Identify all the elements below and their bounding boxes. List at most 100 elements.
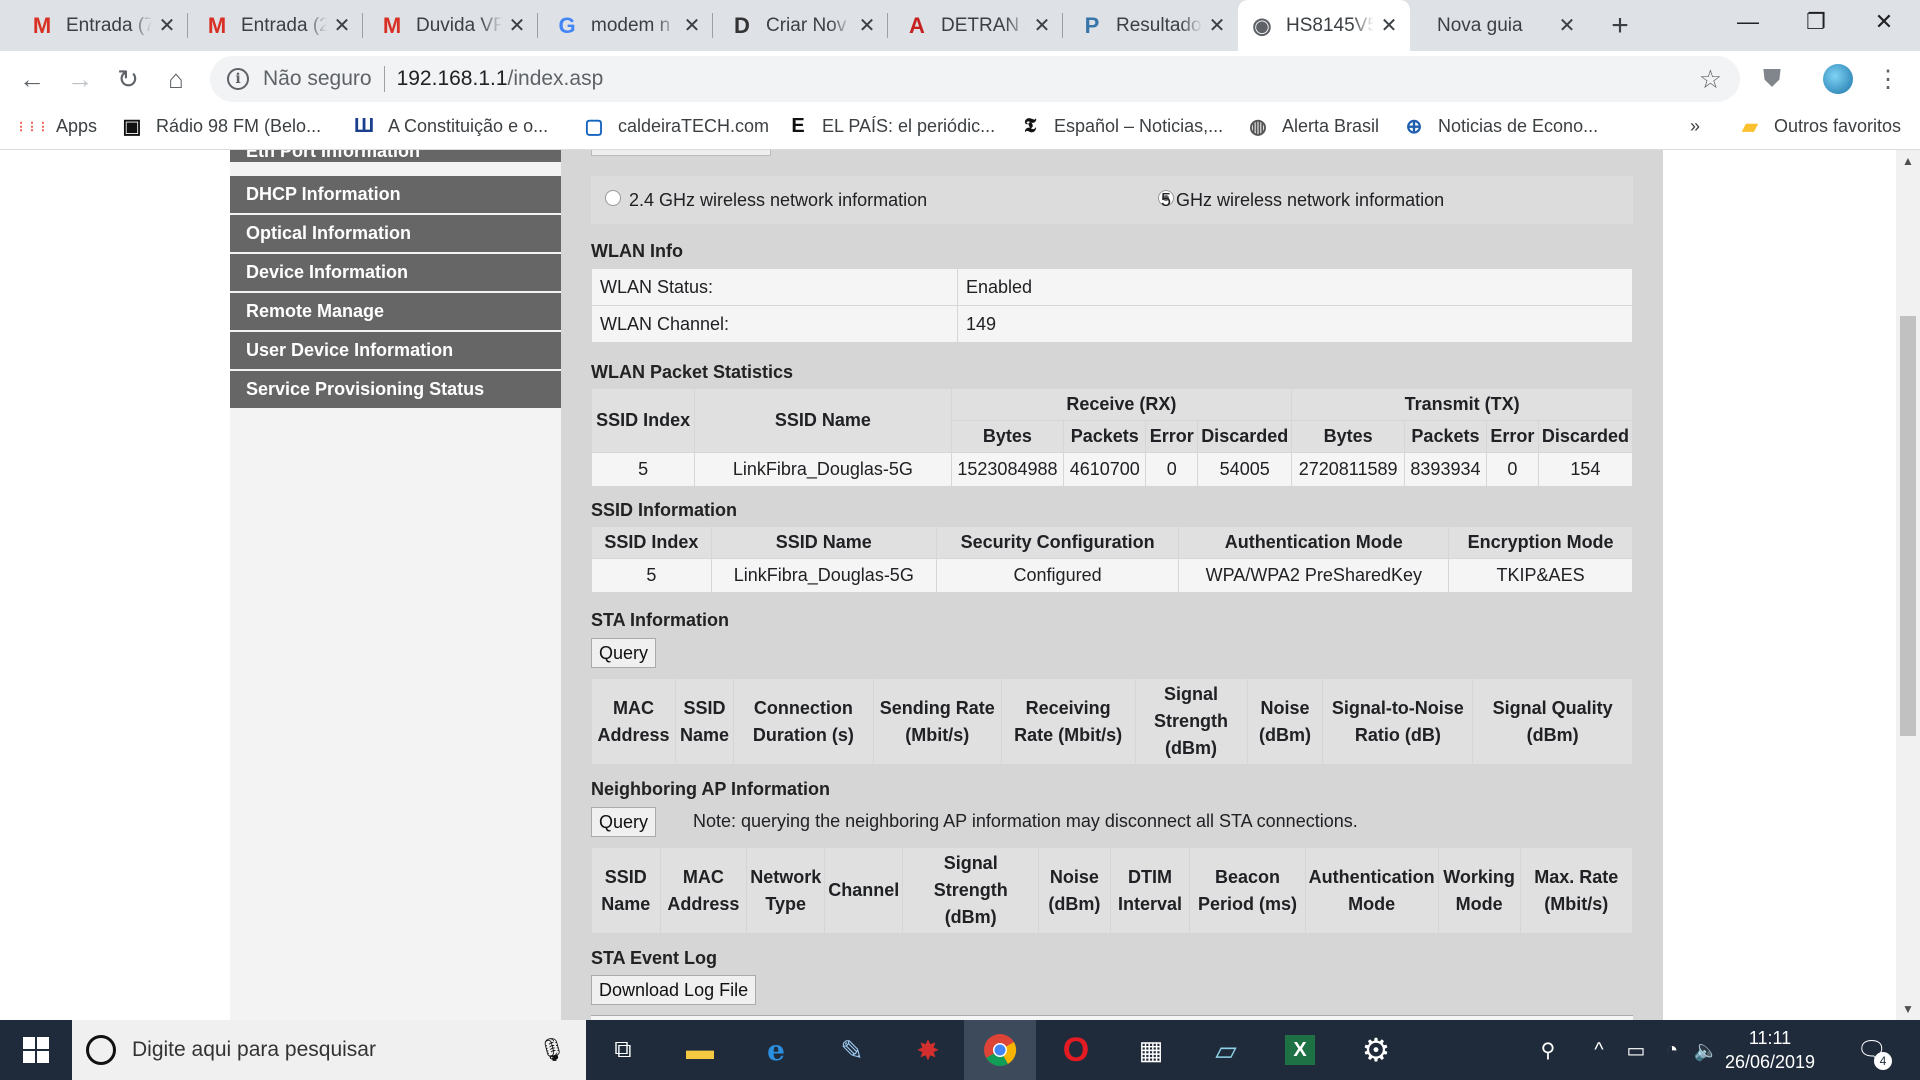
opera-icon[interactable]: O — [1040, 1020, 1112, 1080]
other-bookmarks[interactable]: ▰ Outros favoritos — [1738, 106, 1901, 146]
col-ssid-name: SSID Name — [591, 847, 661, 934]
tab-separator — [712, 13, 713, 38]
browser-tab[interactable]: ◉ HS8145V5 ✕ — [1238, 0, 1410, 51]
bookmark-item[interactable]: 𝕿 Español – Noticias,... — [1018, 106, 1223, 146]
battery-icon[interactable]: ▭ — [1620, 1020, 1652, 1080]
sidebar-item-optical-information[interactable]: Optical Information — [230, 215, 561, 252]
extension-shield-icon[interactable]: ⛊ — [1752, 59, 1792, 99]
task-view-icon[interactable]: ⧉ — [587, 1020, 659, 1080]
chrome-icon[interactable] — [964, 1020, 1036, 1080]
browser-tab[interactable]: P Resultado ✕ — [1068, 0, 1238, 51]
close-tab-icon[interactable]: ✕ — [502, 13, 532, 38]
close-window-button[interactable]: ✕ — [1850, 0, 1918, 44]
tray-chevron-icon[interactable]: ^ — [1585, 1020, 1613, 1080]
game-app-icon[interactable]: ✸ — [892, 1020, 964, 1080]
bookmark-item[interactable]: Ш A Constituição e o... — [352, 106, 548, 146]
col-receive: Receive (RX) — [950, 388, 1293, 421]
bookmark-item[interactable]: ◍ Alerta Brasil — [1246, 106, 1379, 146]
excel-glyph: X — [1285, 1035, 1315, 1065]
volume-mute-icon[interactable]: 🔈 — [1690, 1020, 1722, 1080]
wifi-icon[interactable]: ◔ — [1656, 1020, 1688, 1080]
sidebar-item-service-provisioning-status[interactable]: Service Provisioning Status — [230, 371, 561, 408]
band-selector: 2.4 GHz wireless network information 5 G… — [591, 176, 1633, 224]
google-icon: G — [558, 12, 576, 38]
clock[interactable]: 11:11 26/06/2019 — [1720, 1026, 1820, 1074]
file-explorer-icon[interactable]: ▬ — [664, 1020, 736, 1080]
url-text[interactable]: 192.168.1.1/index.asp — [397, 67, 604, 91]
sta-query-button[interactable]: Query — [591, 638, 657, 668]
close-tab-icon[interactable]: ✕ — [1202, 13, 1232, 38]
cell-rx-error: 0 — [1145, 452, 1199, 487]
sidebar-item-remote-manage[interactable]: Remote Manage — [230, 293, 561, 330]
browser-tab[interactable]: M Duvida VF ✕ — [368, 0, 538, 51]
menu-icon[interactable]: ⋮ — [1868, 59, 1908, 99]
excel-icon[interactable]: X — [1264, 1020, 1336, 1080]
wlan-info-table: WLAN Status: Enabled WLAN Channel: 149 — [591, 268, 1633, 343]
pen-app-icon[interactable]: ✎ — [816, 1020, 888, 1080]
close-tab-icon[interactable]: ✕ — [677, 13, 707, 38]
bookmark-item[interactable]: ⋮⋮⋮ Apps — [16, 106, 98, 146]
browser-tab[interactable]: A DETRAN - ✕ — [893, 0, 1063, 51]
new-tab-button[interactable]: + — [1600, 0, 1640, 51]
bookmarks-overflow-icon[interactable]: » — [1690, 106, 1700, 146]
back-icon[interactable]: ← — [12, 59, 52, 99]
bookmark-item[interactable]: ▣ Rádio 98 FM (Belo... — [120, 106, 322, 146]
notes-app-icon[interactable]: ▱ — [1190, 1020, 1262, 1080]
browser-tab[interactable]: M Entrada (2 ✕ — [193, 0, 363, 51]
sidebar-item-device-information[interactable]: Device Information — [230, 254, 561, 291]
notifications-icon[interactable]: 🗨 — [1850, 1020, 1894, 1080]
col-tx-packets: Packets — [1404, 420, 1487, 453]
scroll-down-icon[interactable]: ▼ — [1896, 1002, 1920, 1016]
reload-icon[interactable]: ↻ — [108, 59, 148, 99]
browser-tab[interactable]: D Criar Nov ✕ — [718, 0, 888, 51]
bookmark-item[interactable]: ⊕ Noticias de Econo... — [1402, 106, 1598, 146]
forward-icon[interactable]: → — [60, 59, 100, 99]
maximize-button[interactable]: ❐ — [1782, 0, 1850, 44]
edge-icon[interactable]: e — [740, 1020, 812, 1080]
minimize-button[interactable]: — — [1714, 0, 1782, 44]
taskbar-search[interactable]: Digite aqui para pesquisar 🎙 — [72, 1020, 586, 1080]
bookmark-star-icon[interactable]: ☆ — [1699, 64, 1722, 95]
windows-start-icon[interactable] — [0, 1020, 72, 1080]
profile-avatar[interactable] — [1818, 59, 1858, 99]
tab-separator — [1062, 13, 1063, 38]
sidebar-item-dhcp-information[interactable]: DHCP Information — [230, 176, 561, 213]
people-icon[interactable]: ⚲ — [1530, 1020, 1566, 1080]
browser-tab[interactable]: Nova guia ✕ — [1413, 0, 1588, 51]
sidebar-item-user-device-information[interactable]: User Device Information — [230, 332, 561, 369]
gmail-icon: M — [207, 12, 227, 38]
bookmark-item[interactable]: E EL PAÍS: el periódic... — [786, 106, 995, 146]
tab-title: Entrada (7 — [66, 14, 152, 36]
scrollbar-thumb[interactable] — [1900, 316, 1916, 736]
neighbor-query-button[interactable]: Query — [591, 807, 657, 837]
browser-tab[interactable]: Gmodem n ✕ — [543, 0, 713, 51]
col-transmit: Transmit (TX) — [1291, 388, 1633, 421]
settings-gear-icon[interactable]: ⚙ — [1340, 1020, 1412, 1080]
close-tab-icon[interactable]: ✕ — [1027, 13, 1057, 38]
wlan-channel-value: 149 — [957, 305, 1633, 343]
close-tab-icon[interactable]: ✕ — [1552, 13, 1582, 38]
site-info-icon[interactable]: i — [227, 68, 249, 90]
browser-tab[interactable]: M Entrada (7 ✕ — [18, 0, 188, 51]
page-scrollbar[interactable]: ▲ ▼ — [1896, 150, 1920, 1020]
calculator-icon[interactable]: ▦ — [1115, 1020, 1187, 1080]
sidebar-item-eth-port[interactable]: Eth Port Information — [230, 150, 561, 162]
close-tab-icon[interactable]: ✕ — [152, 13, 182, 38]
sidebar-item-label: Eth Port Information — [246, 150, 420, 161]
wlan-channel-label: WLAN Channel: — [591, 305, 958, 343]
address-bar[interactable]: i Não seguro 192.168.1.1/index.asp ☆ — [210, 56, 1740, 102]
close-tab-icon[interactable]: ✕ — [852, 13, 882, 38]
close-tab-icon[interactable]: ✕ — [1374, 13, 1404, 38]
col-mac-address: MAC Address — [591, 678, 676, 765]
home-icon[interactable]: ⌂ — [156, 59, 196, 99]
sta-info-table: MAC Address SSID Name Connection Duration … — [591, 678, 1633, 765]
bookmark-item[interactable]: ▢ caldeiraTECH.com — [582, 106, 770, 146]
radio-24ghz[interactable] — [605, 190, 621, 206]
col-network-type: Network Type — [746, 847, 826, 934]
col-mac-address: MAC Address — [659, 847, 748, 934]
close-tab-icon[interactable]: ✕ — [327, 13, 357, 38]
microphone-icon[interactable]: 🎙 — [538, 1037, 566, 1063]
sidebar-item-label: Device Information — [246, 262, 409, 282]
scroll-up-icon[interactable]: ▲ — [1896, 154, 1920, 168]
download-log-button[interactable]: Download Log File — [591, 975, 757, 1005]
